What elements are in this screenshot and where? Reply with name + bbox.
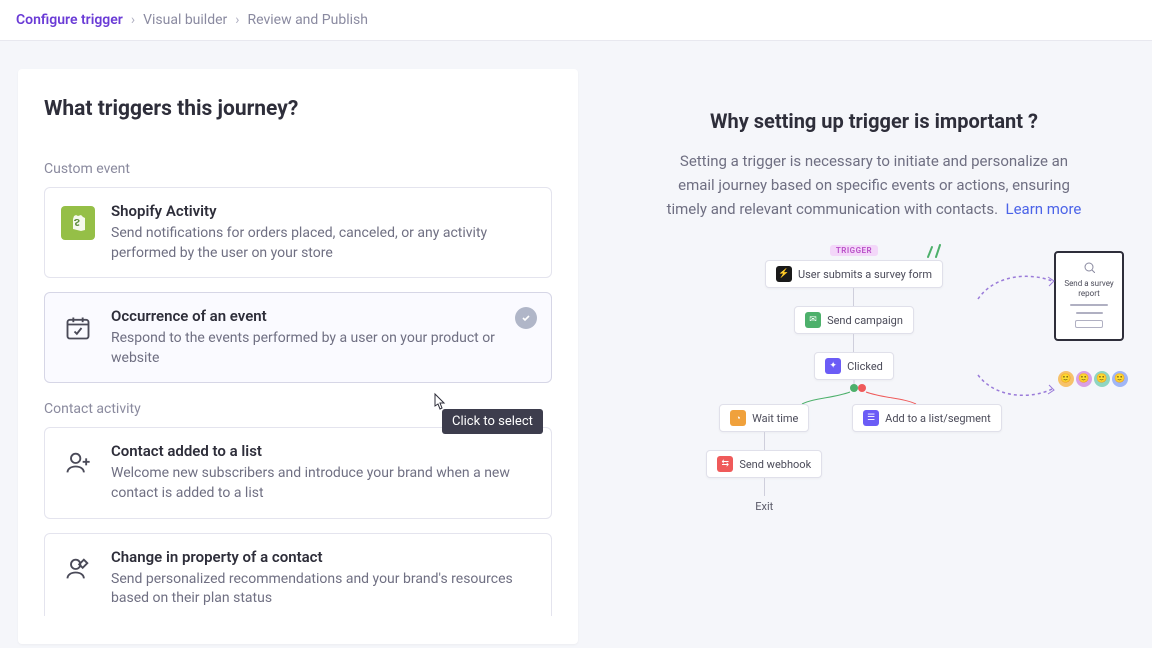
card-description: Welcome new subscribers and introduce yo… bbox=[111, 464, 535, 503]
webhook-icon: ⇆ bbox=[717, 456, 733, 472]
avatar-group: 🙂 🙂 🙂 🙂 bbox=[1058, 371, 1128, 387]
avatar: 🙂 bbox=[1112, 371, 1128, 387]
avatar: 🙂 bbox=[1076, 371, 1092, 387]
section-label-custom-event: Custom event bbox=[44, 161, 552, 177]
flow-node-clicked: ✦ Clicked bbox=[814, 352, 894, 380]
panel-heading: What triggers this journey? bbox=[44, 97, 564, 121]
doc-label: Send a survey report bbox=[1062, 279, 1116, 298]
trigger-list-scroll[interactable]: Custom event Shopify Activity Send notif… bbox=[44, 143, 564, 616]
info-description: Setting a trigger is necessary to initia… bbox=[664, 149, 1084, 221]
flow-node-webhook: ⇆ Send webhook bbox=[706, 450, 822, 478]
avatar: 🙂 bbox=[1058, 371, 1074, 387]
trigger-card-property-change[interactable]: Change in property of a contact Send per… bbox=[44, 533, 552, 616]
cursor-click-icon: ✦ bbox=[825, 358, 841, 374]
breadcrumb-step-visual-builder[interactable]: Visual builder bbox=[143, 12, 227, 28]
branch-connector-icon bbox=[754, 380, 954, 404]
breadcrumb-step-review-publish[interactable]: Review and Publish bbox=[248, 12, 368, 28]
avatar: 🙂 bbox=[1094, 371, 1110, 387]
chevron-right-icon: › bbox=[131, 12, 135, 28]
dashed-arrow-icon bbox=[976, 269, 1056, 309]
card-title: Contact added to a list bbox=[111, 442, 535, 460]
card-title: Shopify Activity bbox=[111, 202, 535, 220]
trigger-card-contact-added-list[interactable]: Contact added to a list Welcome new subs… bbox=[44, 427, 552, 518]
list-add-icon: ☰ bbox=[863, 410, 879, 426]
person-edit-icon bbox=[61, 552, 95, 586]
breadcrumb-step-configure-trigger[interactable]: Configure trigger bbox=[16, 12, 123, 28]
flow-node-wait: ◔ Wait time bbox=[719, 404, 809, 432]
card-title: Occurrence of an event bbox=[111, 307, 535, 325]
shopify-icon bbox=[61, 206, 95, 240]
card-description: Send personalized recommendations and yo… bbox=[111, 570, 535, 609]
calendar-event-icon bbox=[61, 311, 95, 345]
trigger-badge: TRIGGER bbox=[830, 245, 878, 256]
trigger-card-shopify-activity[interactable]: Shopify Activity Send notifications for … bbox=[44, 187, 552, 278]
send-icon: ✉ bbox=[805, 312, 821, 328]
card-title: Change in property of a contact bbox=[111, 548, 535, 566]
info-panel: Why setting up trigger is important ? Se… bbox=[614, 69, 1134, 644]
survey-report-card: Send a survey report bbox=[1054, 251, 1124, 341]
flow-node-campaign: ✉ Send campaign bbox=[794, 306, 914, 334]
trigger-card-occurrence-event[interactable]: Occurrence of an event Respond to the ev… bbox=[44, 292, 552, 383]
learn-more-link[interactable]: Learn more bbox=[1006, 200, 1082, 218]
dashed-arrow-icon bbox=[976, 369, 1056, 409]
person-plus-icon bbox=[61, 446, 95, 480]
bolt-icon: ⚡ bbox=[776, 266, 792, 282]
clock-icon: ◔ bbox=[730, 410, 746, 426]
trigger-selector-panel: What triggers this journey? Custom event… bbox=[18, 69, 578, 644]
section-label-contact-activity: Contact activity bbox=[44, 401, 552, 417]
chevron-right-icon: › bbox=[235, 12, 239, 28]
card-description: Respond to the events performed by a use… bbox=[111, 329, 535, 368]
flow-exit-label: Exit bbox=[755, 500, 773, 513]
card-description: Send notifications for orders placed, ca… bbox=[111, 224, 535, 263]
breadcrumb: Configure trigger › Visual builder › Rev… bbox=[0, 0, 1152, 41]
flow-node-submit: ⚡ User submits a survey form bbox=[765, 260, 943, 288]
info-heading: Why setting up trigger is important ? bbox=[634, 109, 1114, 133]
trigger-illustration: TRIGGER ⚡ User submits a survey form ✉ S… bbox=[634, 245, 1114, 525]
